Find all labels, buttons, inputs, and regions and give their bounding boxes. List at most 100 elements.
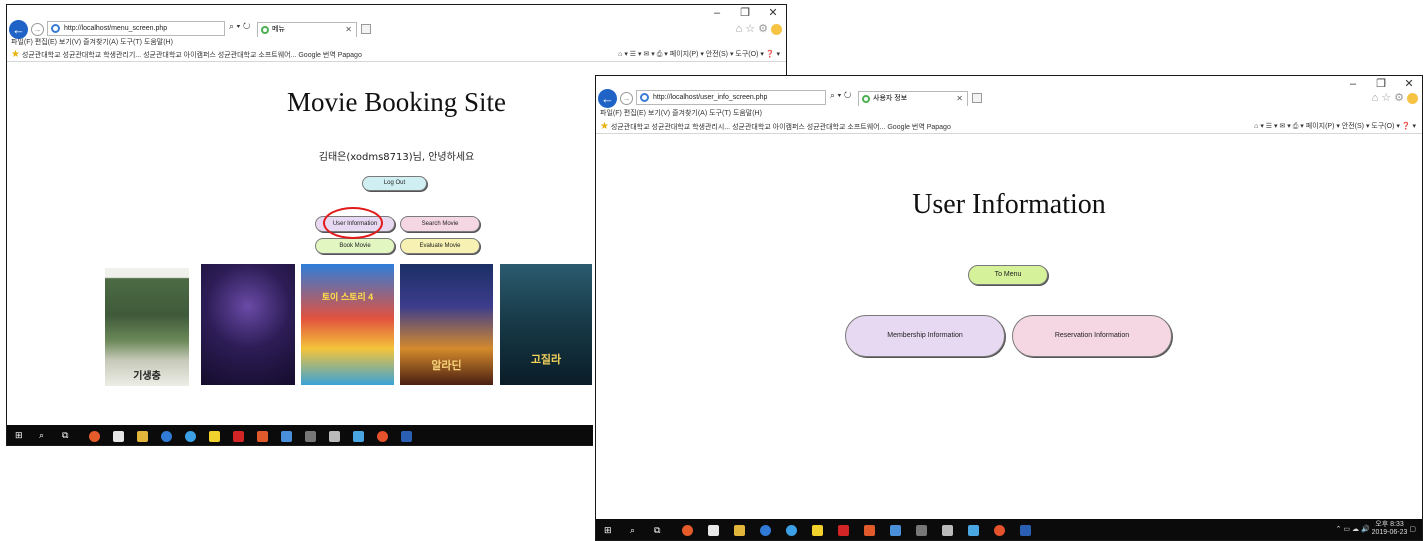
search-icon[interactable]: ⌕ ▾ ↻ — [830, 90, 851, 101]
app-icon[interactable] — [968, 525, 979, 536]
acrobat-icon[interactable] — [838, 525, 849, 536]
home-icon[interactable]: ⌂ — [736, 23, 746, 35]
ie-icon[interactable] — [786, 525, 797, 536]
ie-logo-icon — [640, 93, 649, 102]
edge-icon[interactable] — [760, 525, 771, 536]
new-tab-icon[interactable] — [361, 24, 371, 34]
close-icon[interactable]: ✕ — [766, 7, 780, 19]
search-icon[interactable]: ⌕ — [39, 430, 44, 441]
terminal-icon[interactable] — [305, 431, 316, 442]
tab-close-icon[interactable]: ✕ — [345, 23, 352, 37]
windows-start-icon[interactable]: ⊞ — [604, 525, 612, 536]
menu-bar[interactable]: 파일(F) 편집(E) 보기(V) 즐겨찾기(A) 도구(T) 도움말(H) — [600, 108, 762, 118]
tab-user-info[interactable]: 사용자 정보 ✕ — [858, 91, 968, 106]
forward-arrow-icon[interactable]: → — [620, 92, 633, 105]
browser-chrome: – ❐ ✕ ← → http://localhost/user_info_scr… — [596, 76, 1422, 124]
poster-aladdin[interactable]: 알라딘 — [400, 264, 493, 385]
favorites-icon[interactable]: ☆ — [1381, 92, 1394, 104]
restore-icon[interactable]: ❐ — [1374, 78, 1388, 90]
logout-button[interactable]: Log Out — [362, 176, 427, 191]
command-bar[interactable]: ⌂ ▾ ☰ ▾ ✉ ▾ ⎙ ▾ 페이지(P) ▾ 안전(S) ▾ 도구(O) ▾… — [618, 49, 780, 59]
favorites-star-icon[interactable]: ★ — [11, 49, 20, 60]
favorites-icon[interactable]: ☆ — [745, 23, 758, 35]
search-icon[interactable]: ⌕ ▾ ↻ — [229, 21, 250, 32]
sticky-notes-icon[interactable] — [209, 431, 220, 442]
gear-icon[interactable]: ⚙ — [1394, 92, 1407, 104]
favorites-bar: ★ 성균관대학교 성균관대학교 학생관리기... 성균관대학교 아이캠퍼스 성균… — [7, 46, 786, 62]
restore-icon[interactable]: ❐ — [738, 7, 752, 19]
store-icon[interactable] — [113, 431, 124, 442]
evaluate-movie-button[interactable]: Evaluate Movie — [400, 238, 480, 254]
app-icon[interactable] — [864, 525, 875, 536]
terminal-icon[interactable] — [916, 525, 927, 536]
home-icon[interactable]: ⌂ — [1372, 92, 1382, 104]
minimize-icon[interactable]: – — [1346, 78, 1360, 90]
ie-icon[interactable] — [185, 431, 196, 442]
window-controls: – ❐ ✕ — [710, 7, 780, 19]
media-icon[interactable] — [994, 525, 1005, 536]
3d-viewer-icon[interactable] — [281, 431, 292, 442]
poster-toy-story-4[interactable]: 토이 스토리 4 — [301, 264, 394, 385]
folder-icon[interactable] — [137, 431, 148, 442]
feedback-smiley-icon[interactable] — [1407, 92, 1418, 104]
highlight-circle — [323, 207, 383, 239]
edge-icon[interactable] — [161, 431, 172, 442]
store-icon[interactable] — [708, 525, 719, 536]
user-info-browser-window: – ❐ ✕ ← → http://localhost/user_info_scr… — [595, 75, 1423, 541]
back-arrow-icon[interactable]: ← — [598, 89, 617, 108]
book-movie-button[interactable]: Book Movie — [315, 238, 395, 254]
word-icon[interactable] — [1020, 525, 1031, 536]
windows-start-icon[interactable]: ⊞ — [15, 430, 23, 441]
page-title: User Information — [912, 189, 1106, 220]
folder-icon[interactable] — [734, 525, 745, 536]
to-menu-button[interactable]: To Menu — [968, 265, 1048, 285]
gear-icon[interactable]: ⚙ — [758, 23, 771, 35]
3d-viewer-icon[interactable] — [890, 525, 901, 536]
notification-icon[interactable]: ▢ — [1409, 526, 1416, 533]
poster-parasite[interactable]: 기생충 — [105, 268, 189, 386]
command-bar[interactable]: ⌂ ▾ ☰ ▾ ✉ ▾ ⎙ ▾ 페이지(P) ▾ 안전(S) ▾ 도구(O) ▾… — [1254, 121, 1416, 131]
ie-logo-icon — [51, 24, 60, 33]
close-icon[interactable]: ✕ — [1402, 78, 1416, 90]
window-controls: – ❐ ✕ — [1346, 78, 1416, 90]
search-tool-icon[interactable] — [329, 431, 340, 442]
task-view-icon[interactable]: ⧉ — [654, 525, 660, 536]
app-icon[interactable] — [353, 431, 364, 442]
poster-godzilla[interactable]: 고질라 — [500, 264, 592, 385]
reservation-information-button[interactable]: Reservation Information — [1012, 315, 1172, 357]
system-tray[interactable]: ⌃ ▭ ☁ 🔊 오후 8:33 2019-06-23 ▢ — [1336, 521, 1416, 537]
favorites-links[interactable]: 성균관대학교 성균관대학교 학생관리시... 성균관대학교 아이캠퍼스 성균관대… — [611, 124, 951, 131]
task-view-icon[interactable]: ⧉ — [62, 430, 68, 441]
forward-arrow-icon[interactable]: → — [31, 23, 44, 36]
chrome-icon[interactable] — [682, 525, 693, 536]
toolbar-icons: ⌂☆⚙ — [736, 22, 782, 35]
page-icon — [862, 95, 870, 103]
favorites-bar: ★ 성균관대학교 성균관대학교 학생관리시... 성균관대학교 아이캠퍼스 성균… — [596, 118, 1422, 134]
media-icon[interactable] — [377, 431, 388, 442]
word-icon[interactable] — [401, 431, 412, 442]
search-icon[interactable]: ⌕ — [630, 525, 635, 536]
sticky-notes-icon[interactable] — [812, 525, 823, 536]
app-icon[interactable] — [257, 431, 268, 442]
search-tool-icon[interactable] — [942, 525, 953, 536]
tab-menu[interactable]: 메뉴 ✕ — [257, 22, 357, 37]
new-tab-icon[interactable] — [972, 93, 982, 103]
membership-information-button[interactable]: Membership Information — [845, 315, 1005, 357]
clock[interactable]: 오후 8:33 2019-06-23 — [1372, 521, 1408, 537]
search-movie-button[interactable]: Search Movie — [400, 216, 480, 232]
feedback-smiley-icon[interactable] — [771, 23, 782, 35]
page-icon — [261, 26, 269, 34]
user-info-page: User Information To Menu Membership Info… — [596, 135, 1422, 519]
favorites-links[interactable]: 성균관대학교 성균관대학교 학생관리기... 성균관대학교 아이캠퍼스 성균관대… — [22, 52, 362, 59]
chrome-icon[interactable] — [89, 431, 100, 442]
tab-close-icon[interactable]: ✕ — [956, 92, 963, 106]
acrobat-icon[interactable] — [233, 431, 244, 442]
address-bar[interactable]: http://localhost/user_info_screen.php — [636, 90, 826, 105]
tray-icons[interactable]: ⌃ ▭ ☁ 🔊 — [1336, 526, 1372, 533]
address-bar[interactable]: http://localhost/menu_screen.php — [47, 21, 225, 36]
poster-avengers[interactable] — [201, 264, 295, 385]
minimize-icon[interactable]: – — [710, 7, 724, 19]
toolbar-icons: ⌂☆⚙ — [1372, 91, 1418, 104]
favorites-star-icon[interactable]: ★ — [600, 121, 609, 132]
taskbar: ⊞ ⌕ ⧉ ⌃ ▭ ☁ 🔊 오후 8:33 2019-06-23 ▢ — [596, 519, 1422, 540]
